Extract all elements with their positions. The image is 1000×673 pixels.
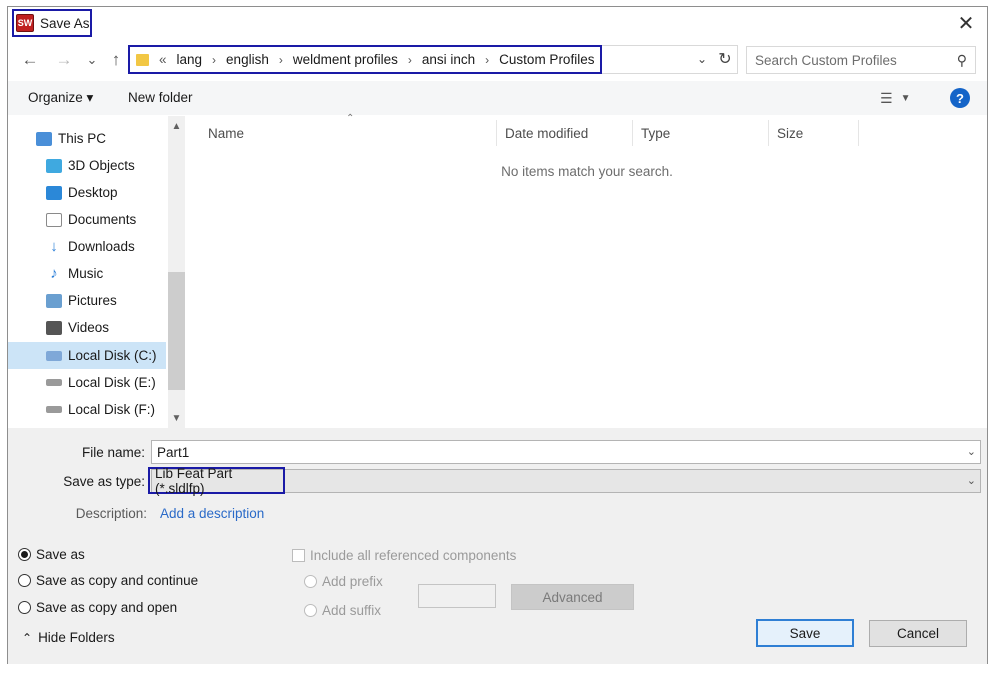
column-header-type[interactable]: Type bbox=[633, 120, 769, 146]
window-title-bar: SW Save As bbox=[12, 9, 92, 37]
videos-icon bbox=[46, 320, 62, 335]
add-description-link[interactable]: Add a description bbox=[160, 506, 264, 521]
details-view-icon: ☰ bbox=[880, 89, 893, 106]
sidebar-item-documents[interactable]: Documents bbox=[8, 206, 166, 233]
chevron-right-icon[interactable]: › bbox=[279, 53, 283, 67]
scroll-up-icon[interactable]: ▲ bbox=[168, 118, 185, 135]
add-suffix-radio[interactable]: Add suffix bbox=[304, 603, 381, 618]
breadcrumb-custom-profiles[interactable]: Custom Profiles bbox=[499, 52, 594, 67]
sidebar-item-music[interactable]: ♪ Music bbox=[8, 260, 166, 287]
chevron-right-icon[interactable]: › bbox=[485, 53, 489, 67]
save-as-type-value: Lib Feat Part (*.sldlfp) bbox=[148, 466, 285, 496]
pc-icon bbox=[36, 131, 52, 146]
sidebar-item-3d-objects[interactable]: 3D Objects bbox=[8, 152, 166, 179]
file-name-input[interactable]: Part1 ⌄ bbox=[151, 440, 981, 464]
breadcrumb-ansi-inch[interactable]: ansi inch bbox=[422, 52, 475, 67]
save-as-type-label: Save as type: bbox=[63, 474, 145, 489]
radio-icon bbox=[304, 575, 317, 588]
radio-icon bbox=[18, 574, 31, 587]
sidebar-item-local-disk-c[interactable]: Local Disk (C:) bbox=[8, 342, 166, 369]
up-button[interactable]: ↑ bbox=[104, 48, 128, 72]
desktop-icon bbox=[46, 185, 62, 200]
search-icon: ⚲ bbox=[956, 51, 967, 68]
scroll-down-icon[interactable]: ▼ bbox=[168, 410, 185, 427]
download-icon: ↓ bbox=[50, 237, 58, 255]
cancel-button[interactable]: Cancel bbox=[869, 620, 967, 647]
file-name-label: File name: bbox=[81, 445, 145, 460]
save-button[interactable]: Save bbox=[756, 619, 854, 647]
new-folder-button[interactable]: New folder bbox=[128, 90, 193, 105]
breadcrumb-weldment-profiles[interactable]: weldment profiles bbox=[293, 52, 398, 67]
chevron-right-icon[interactable]: › bbox=[408, 53, 412, 67]
folder-icon bbox=[136, 53, 149, 66]
include-references-checkbox[interactable]: Include all referenced components bbox=[292, 548, 516, 563]
add-prefix-radio[interactable]: Add prefix bbox=[304, 574, 383, 589]
save-copy-continue-radio[interactable]: Save as copy and continue bbox=[18, 573, 198, 588]
radio-selected-icon bbox=[18, 548, 31, 561]
description-label: Description: bbox=[75, 506, 147, 521]
sidebar-item-this-pc[interactable]: This PC bbox=[8, 125, 166, 152]
address-breadcrumb[interactable]: « lang › english › weldment profiles › a… bbox=[128, 45, 602, 74]
column-header-size[interactable]: Size bbox=[769, 120, 859, 146]
drive-c-icon bbox=[46, 350, 62, 361]
chevron-down-icon: ▼ bbox=[900, 92, 911, 104]
chevron-down-icon[interactable]: ⌄ bbox=[967, 445, 976, 458]
chevron-down-icon[interactable]: ⌄ bbox=[967, 474, 976, 487]
empty-list-message: No items match your search. bbox=[501, 164, 673, 179]
column-header-date-modified[interactable]: Date modified bbox=[497, 120, 633, 146]
hide-folders-toggle[interactable]: ⌃ Hide Folders bbox=[22, 630, 115, 645]
close-button[interactable]: ✕ bbox=[952, 11, 980, 35]
save-as-radio[interactable]: Save as bbox=[18, 547, 85, 562]
sidebar-scroll-thumb[interactable] bbox=[168, 272, 185, 390]
radio-icon bbox=[304, 604, 317, 617]
sidebar-item-local-disk-e[interactable]: Local Disk (E:) bbox=[8, 369, 166, 396]
sidebar-item-local-disk-f[interactable]: Local Disk (F:) bbox=[8, 396, 166, 423]
breadcrumb-lang[interactable]: lang bbox=[177, 52, 203, 67]
advanced-button[interactable]: Advanced bbox=[511, 584, 634, 610]
documents-icon bbox=[46, 212, 62, 227]
pictures-icon bbox=[46, 293, 62, 308]
breadcrumb-english[interactable]: english bbox=[226, 52, 269, 67]
change-view-button[interactable]: ☰ ▼ bbox=[880, 89, 920, 107]
sidebar-item-pictures[interactable]: Pictures bbox=[8, 287, 166, 314]
overflow-chevron[interactable]: « bbox=[159, 52, 167, 67]
chevron-up-icon: ⌃ bbox=[22, 630, 33, 645]
drive-icon bbox=[46, 406, 62, 413]
sidebar-item-downloads[interactable]: ↓ Downloads bbox=[8, 233, 166, 260]
search-placeholder: Search Custom Profiles bbox=[755, 52, 897, 68]
search-input[interactable]: Search Custom Profiles ⚲ bbox=[746, 46, 976, 74]
organize-button[interactable]: Organize ▾ bbox=[28, 90, 93, 106]
refresh-icon[interactable]: ↻ bbox=[714, 48, 736, 70]
column-header-name[interactable]: Name bbox=[200, 120, 497, 146]
radio-icon bbox=[18, 601, 31, 614]
sidebar-item-videos[interactable]: Videos bbox=[8, 314, 166, 341]
forward-button[interactable]: → bbox=[52, 48, 76, 72]
chevron-right-icon[interactable]: › bbox=[212, 53, 216, 67]
recent-locations-button[interactable]: ⌄ bbox=[80, 48, 104, 72]
affix-input[interactable] bbox=[418, 584, 496, 608]
sidebar-item-desktop[interactable]: Desktop bbox=[8, 179, 166, 206]
window-title: Save As bbox=[40, 15, 90, 31]
solidworks-icon: SW bbox=[16, 14, 34, 32]
save-copy-open-radio[interactable]: Save as copy and open bbox=[18, 600, 177, 615]
music-icon: ♪ bbox=[50, 264, 58, 282]
back-button[interactable]: ← bbox=[18, 48, 42, 72]
checkbox-icon bbox=[292, 549, 305, 562]
chevron-down-icon[interactable]: ⌄ bbox=[692, 49, 712, 69]
cube-icon bbox=[46, 158, 62, 173]
drive-icon bbox=[46, 379, 62, 386]
help-button[interactable]: ? bbox=[950, 88, 970, 108]
